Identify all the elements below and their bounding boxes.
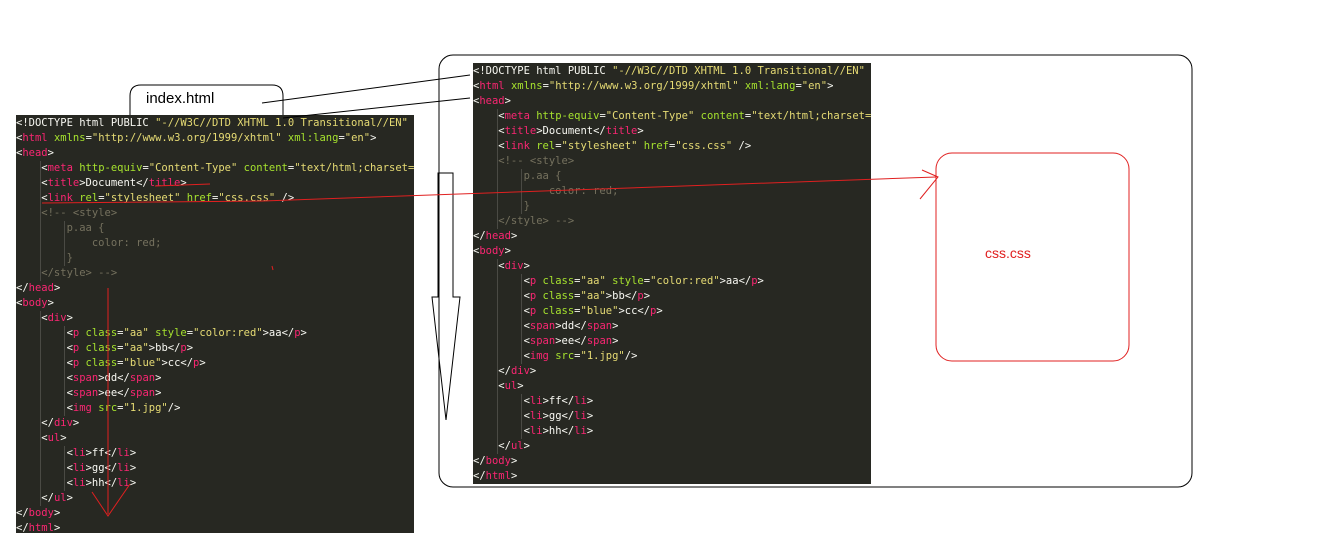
- flow-down-arrowhead: [91, 483, 131, 517]
- zoom-connector-lines: [261, 74, 471, 119]
- stray-mark: [271, 265, 274, 271]
- red-annotations: [41, 169, 939, 517]
- link-to-css-arrowhead: [919, 169, 939, 200]
- link-underline: [41, 200, 264, 204]
- annotation-arrows: [41, 74, 939, 517]
- title-underline: [154, 183, 211, 187]
- down-arrow-outline: [431, 172, 461, 421]
- link-to-css-arrow: [262, 176, 937, 202]
